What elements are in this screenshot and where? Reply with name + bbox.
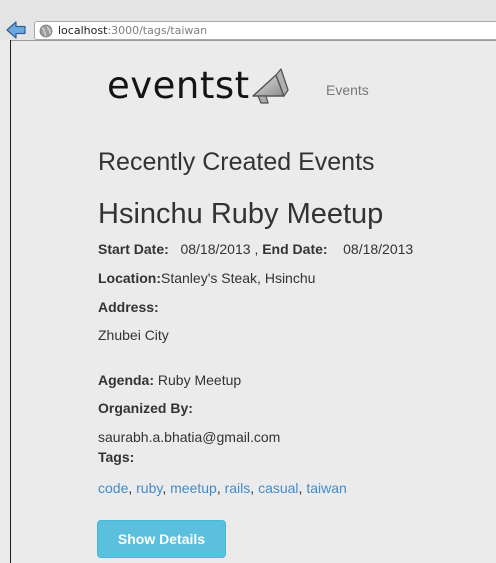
tag-link-rails[interactable]: rails xyxy=(225,480,251,496)
url-path: :3000/tags/taiwan xyxy=(107,24,208,37)
event-dates: Start Date: 08/18/2013 , End Date: 08/18… xyxy=(98,241,413,257)
event-title: Hsinchu Ruby Meetup xyxy=(98,198,384,230)
tag-separator: , xyxy=(128,480,133,496)
show-details-button[interactable]: Show Details xyxy=(97,520,226,558)
globe-icon xyxy=(39,24,53,38)
tag-separator: , xyxy=(162,480,167,496)
location-label: Location: xyxy=(98,270,161,286)
tag-link-code[interactable]: code xyxy=(98,480,128,496)
end-date-value: 08/18/2013 xyxy=(343,241,414,257)
megaphone-icon xyxy=(251,68,289,104)
tag-separator: , xyxy=(298,480,303,496)
address-value: Zhubei City xyxy=(98,327,169,343)
tag-separator: , xyxy=(216,480,221,496)
event-location: Location:Stanley's Steak, Hsinchu xyxy=(98,270,315,286)
organized-by-label: Organized By: xyxy=(98,400,193,416)
address-bar[interactable]: localhost:3000/tags/taiwan xyxy=(34,21,496,40)
back-arrow-icon xyxy=(6,21,26,39)
back-button[interactable] xyxy=(5,19,27,41)
tags-label: Tags: xyxy=(98,449,135,465)
logo-text: eventst xyxy=(107,64,250,107)
browser-toolbar: localhost:3000/tags/taiwan xyxy=(0,0,496,40)
tag-link-taiwan[interactable]: taiwan xyxy=(306,480,346,496)
tag-list: code, ruby, meetup, rails, casual, taiwa… xyxy=(98,480,347,496)
location-value: Stanley's Steak, Hsinchu xyxy=(161,270,316,286)
tag-separator: , xyxy=(250,480,255,496)
page-top-border xyxy=(10,40,496,41)
nav-events-link[interactable]: Events xyxy=(326,82,369,98)
end-date-label: End Date: xyxy=(262,241,328,257)
url-host: localhost xyxy=(58,24,108,37)
date-separator: , xyxy=(254,241,259,257)
tag-link-casual[interactable]: casual xyxy=(258,480,298,496)
site-logo[interactable]: eventst xyxy=(107,66,290,106)
agenda-label: Agenda: xyxy=(98,372,154,388)
page-title: Recently Created Events xyxy=(98,148,375,176)
tag-link-ruby[interactable]: ruby xyxy=(136,480,162,496)
organizer-email: saurabh.a.bhatia@gmail.com xyxy=(98,429,281,445)
start-date-value: 08/18/2013 xyxy=(180,241,251,257)
page-left-border xyxy=(10,40,11,563)
event-agenda: Agenda: Ruby Meetup xyxy=(98,372,241,388)
start-date-label: Start Date: xyxy=(98,241,169,257)
agenda-value: Ruby Meetup xyxy=(157,372,242,388)
address-label: Address: xyxy=(98,299,159,315)
tag-link-meetup[interactable]: meetup xyxy=(170,480,217,496)
